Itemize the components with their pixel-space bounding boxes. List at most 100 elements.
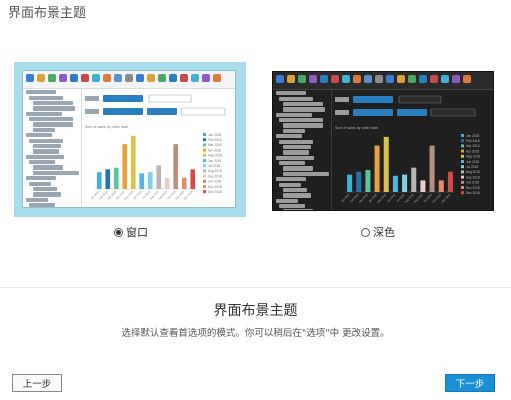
tree-item (33, 192, 61, 197)
legend-label: May 2018 (208, 154, 222, 158)
tree-item (33, 170, 79, 175)
legend-swatch (461, 144, 464, 148)
chart-bar (429, 145, 435, 192)
toolbar-icon (158, 74, 166, 82)
legend-label: Mar 2018 (208, 143, 222, 147)
toolbar-icon (342, 75, 350, 83)
chart-bar (383, 136, 389, 192)
legend-label: May 2018 (466, 155, 480, 159)
legend-swatch (461, 160, 464, 163)
chart-bar (139, 173, 145, 189)
chart-bar (402, 174, 408, 192)
legend-swatch (203, 174, 206, 178)
chart-bar (365, 169, 371, 192)
legend-swatch (461, 134, 464, 137)
tree-item (26, 111, 62, 116)
window-title: 界面布景主题 (8, 6, 87, 21)
toolbar-icon (287, 75, 295, 83)
tree-item (26, 133, 52, 138)
chart-bar (392, 175, 398, 192)
tree-item (26, 154, 64, 159)
chart-bar (411, 167, 417, 192)
preview-tree (23, 89, 82, 207)
legend-label: Jul 2018 (208, 164, 220, 168)
legend-label: Nov 2018 (466, 186, 480, 190)
legend-label: Jul 2018 (466, 165, 478, 169)
preview-toolbar (23, 71, 235, 89)
chart-bar (105, 169, 111, 189)
chart-bar (96, 172, 102, 189)
next-button[interactable]: 下一步 (445, 374, 495, 392)
tree-item (29, 117, 73, 122)
radio-unselected-icon[interactable] (361, 227, 370, 237)
preview-tree (273, 90, 332, 210)
toolbar-icon (81, 74, 89, 82)
tree-item (283, 171, 329, 176)
toolbar-icon (136, 74, 144, 82)
legend-label: Jan 2018 (466, 134, 479, 138)
legend-swatch (203, 185, 206, 188)
toolbar-icon (298, 75, 306, 83)
tree-item (29, 203, 55, 207)
tree-item (26, 176, 56, 181)
tree-item (33, 165, 63, 170)
tree-item (33, 100, 73, 106)
legend-label: Dec 2018 (208, 190, 222, 194)
legend-label: Nov 2018 (208, 185, 222, 189)
legend-label: Sep 2018 (466, 175, 480, 179)
theme-preview-window[interactable]: Sum of sales by order date Jan 2018 Jan 20… (14, 62, 246, 217)
tree-item (283, 166, 313, 171)
legend-swatch (203, 179, 206, 183)
chart-bar (122, 144, 128, 189)
chart-bar (156, 165, 162, 189)
toolbar-icon (441, 75, 449, 83)
chart-x-tick: Dec 2018 (183, 189, 194, 200)
radio-theme-window[interactable]: 窗口 (114, 224, 148, 240)
tree-item (29, 181, 51, 186)
tree-item (33, 186, 57, 192)
radio-selected-icon[interactable] (114, 227, 123, 237)
toolbar-icon (191, 74, 199, 82)
chart-title: Sum of sales by order date (335, 126, 378, 130)
radio-theme-dark[interactable]: 深色 (361, 224, 395, 240)
toolbar-icon (320, 75, 328, 83)
chart-bar (164, 177, 170, 189)
tree-item (283, 123, 323, 128)
chart-x-tick: Dec 2018 (440, 192, 451, 203)
toolbar-icon (213, 74, 221, 82)
legend-swatch (203, 148, 206, 152)
toolbar-icon (92, 74, 100, 82)
legend-swatch (203, 143, 206, 147)
legend-label: Apr 2018 (466, 149, 479, 153)
legend-swatch (461, 139, 464, 143)
chart-bar (438, 180, 444, 192)
legend-swatch (203, 138, 206, 142)
legend-label: Aug 2018 (466, 170, 480, 174)
tree-item (283, 101, 323, 107)
tree-item (279, 161, 305, 166)
tree-item (276, 134, 302, 139)
toolbar-icon (70, 74, 78, 82)
toolbar-icon (419, 75, 427, 83)
tree-item (279, 139, 313, 144)
toolbar-icon (353, 75, 361, 83)
toolbar-icon (276, 75, 284, 83)
toolbar-icon (408, 75, 416, 83)
chart-bar (130, 135, 136, 189)
legend-label: Sep 2018 (208, 174, 222, 178)
chart-x-tick: Jun 2018 (386, 192, 397, 203)
chart-bar (173, 144, 179, 189)
tree-item (276, 91, 306, 96)
divider (0, 287, 511, 288)
toolbar-icon (331, 75, 339, 83)
prev-button[interactable]: 上一步 (12, 374, 62, 392)
chart-bar (181, 177, 187, 189)
toolbar-icon (386, 75, 394, 83)
theme-preview-dark[interactable]: Sum of sales by order date Jan 2018 Jan 20… (268, 62, 500, 217)
legend-swatch (203, 159, 206, 162)
legend-label: Apr 2018 (208, 148, 221, 152)
legend-label: Aug 2018 (208, 169, 222, 173)
legend-label: Jan 2018 (208, 133, 221, 137)
legend-swatch (461, 191, 464, 195)
chart-x-tick: Jun 2018 (132, 189, 143, 200)
